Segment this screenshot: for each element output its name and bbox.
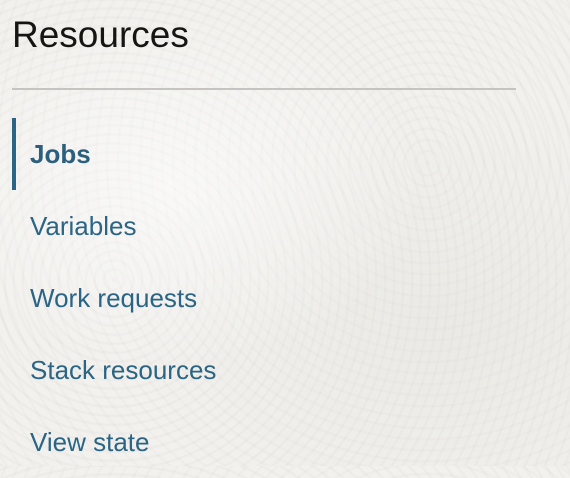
resources-nav: Jobs Variables Work requests Stack resou… xyxy=(12,118,516,478)
nav-item-jobs[interactable]: Jobs xyxy=(12,118,516,190)
title-divider xyxy=(12,88,516,90)
nav-item-stack-resources[interactable]: Stack resources xyxy=(12,334,516,406)
nav-item-label: Jobs xyxy=(30,139,91,169)
resources-panel: Resources Jobs Variables Work requests S… xyxy=(0,0,570,466)
nav-item-label: Stack resources xyxy=(30,355,217,385)
nav-item-label: Variables xyxy=(30,211,137,241)
panel-title: Resources xyxy=(12,14,189,55)
nav-item-label: View state xyxy=(30,427,150,457)
nav-item-variables[interactable]: Variables xyxy=(12,190,516,262)
nav-item-view-state[interactable]: View state xyxy=(12,406,516,478)
nav-item-work-requests[interactable]: Work requests xyxy=(12,262,516,334)
nav-item-label: Work requests xyxy=(30,283,198,313)
